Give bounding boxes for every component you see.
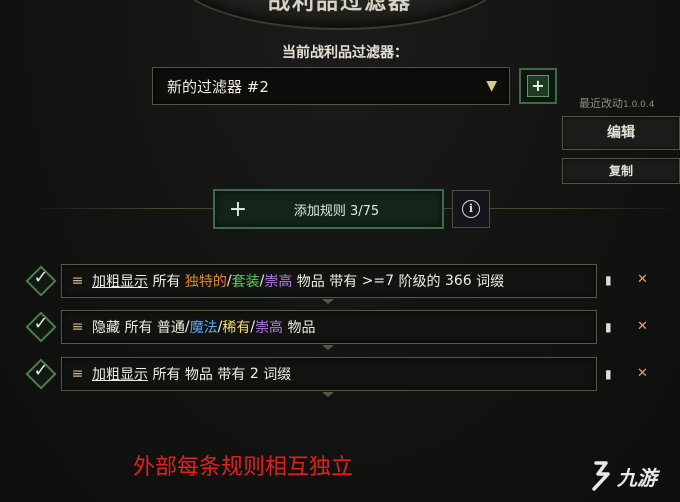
rule-text: 物品 [296,274,325,290]
watermark-logo: 九游 [588,456,678,496]
rule-text: 2 [249,366,259,382]
rule-text: 所有 [124,320,153,336]
close-icon[interactable]: ✕ [637,272,653,288]
copy-icon[interactable]: ▮ [605,320,621,336]
rarity-magic: 魔法 [189,320,218,336]
rule-enabled-checkbox[interactable]: ✓ [25,265,57,297]
edit-button[interactable]: 编辑 [562,116,680,150]
page-title: 战利品过滤器 [267,0,412,15]
rule-text: 物品 [184,367,213,383]
recent-change-text: 最近改动 [579,97,623,110]
watermark-text: 九游 [617,465,657,490]
rarity-exalted: 崇高 [255,320,284,336]
rule-row[interactable]: ≡ 加粗显示 所有 独特的 / 套装 / 崇高 物品 带有 >=7 阶级的 366 词缀 [61,264,597,298]
chevron-down-icon: ▼ [486,78,497,94]
copy-icon[interactable]: ▮ [605,367,621,383]
rule-text: 所有 [152,367,181,383]
rule-enabled-checkbox[interactable]: ✓ [25,311,57,343]
current-filter-label: 当前战利品过滤器： [282,45,408,61]
plus-icon: + [228,196,248,222]
rule-action[interactable]: 加粗显示 [92,271,148,291]
rule-action[interactable]: 加粗显示 [92,364,148,384]
add-filter-button[interactable]: + [519,68,557,104]
filter-select-value: 新的过滤器 #2 [167,77,269,96]
close-icon[interactable]: ✕ [637,319,653,335]
rarity-rare: 稀有 [222,320,251,336]
rule-enabled-checkbox[interactable]: ✓ [25,358,57,390]
caption: 外部每条规则相互独立 [133,455,354,480]
info-icon: i [462,200,480,218]
plus-icon: + [527,75,549,97]
rule-action[interactable]: 隐藏 [92,317,120,337]
rarity-normal: 普通 [156,320,185,336]
add-rule-button[interactable]: + 添加规则 3/75 [213,189,444,229]
rule-text: 带有 [217,367,246,383]
row-expand-icon [322,392,334,397]
rarity-set: 套装 [231,274,260,290]
drag-handle-icon[interactable]: ≡ [62,366,92,382]
add-rule-label: 添加规则 3/75 [293,203,380,219]
checkmark-icon: ✓ [33,360,49,381]
recent-version: 1.0.0.4 [623,100,655,110]
info-button[interactable]: i [452,190,490,228]
rule-row[interactable]: ≡ 隐藏 所有 普通 / 魔法 / 稀有 / 崇高 物品 [61,310,597,344]
checkmark-icon: ✓ [33,313,49,334]
logo-mark-icon [592,461,610,491]
drag-handle-icon[interactable]: ≡ [62,273,92,289]
rule-row[interactable]: ≡ 加粗显示 所有 物品 带有 2 词缀 [61,357,597,391]
rule-text: 所有 [152,274,181,290]
rule-text: 366 [444,273,472,289]
row-expand-icon [322,345,334,350]
rule-text: 词缀 [263,367,292,383]
rule-text: 带有 [329,274,358,290]
rarity-exalted: 崇高 [264,274,293,290]
rule-text: 词缀 [476,274,505,290]
recent-change-label: 最近改动1.0.0.4 [579,95,655,111]
filter-select[interactable]: 新的过滤器 #2 ▼ [152,67,510,105]
rule-text: >=7 [361,273,395,289]
checkmark-icon: ✓ [33,267,49,288]
drag-handle-icon[interactable]: ≡ [62,319,92,335]
copy-button[interactable]: 复制 [562,158,680,184]
rule-text: 阶级的 [398,274,441,290]
close-icon[interactable]: ✕ [637,366,653,382]
copy-icon[interactable]: ▮ [605,273,621,289]
row-expand-icon [322,299,334,304]
rule-text: 物品 [287,320,316,336]
rarity-unique: 独特的 [184,274,227,290]
